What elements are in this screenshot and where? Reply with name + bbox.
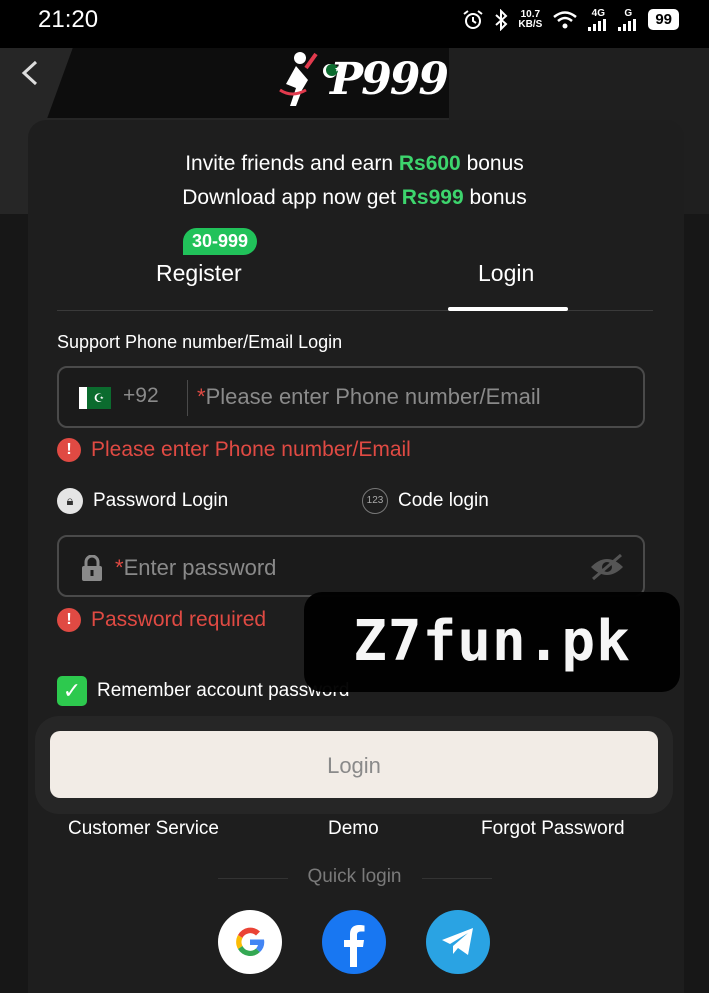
alarm-icon (463, 9, 484, 29)
signal-4g: 4G (588, 8, 608, 31)
invite-amount-2: Rs999 (401, 186, 464, 209)
network-speed: 10.7 KB/S (518, 8, 543, 30)
phone-error-text: Please enter Phone number/Email (91, 438, 411, 461)
tab-active-indicator (448, 307, 568, 311)
back-arrow-icon[interactable] (18, 58, 42, 94)
password-error: ! Password required (57, 608, 266, 632)
facebook-icon (344, 925, 365, 967)
signal-icon (588, 19, 607, 31)
pakistan-flag-icon (323, 64, 341, 78)
logo-text: P999 (330, 53, 449, 105)
register-bonus-badge: 30-999 (183, 228, 258, 255)
tab-register[interactable]: Register (156, 260, 242, 287)
watermark: Z7fun.pk (304, 592, 680, 692)
quick-login-label: Quick login (307, 866, 402, 887)
code-login-option[interactable]: 123 Code login (362, 488, 489, 514)
password-field[interactable]: *Enter password (57, 535, 645, 597)
status-icons: 10.7 KB/S 4G G 99 (462, 8, 679, 31)
checkbox-icon[interactable]: ✓ (57, 676, 87, 706)
field-divider (187, 380, 188, 416)
password-placeholder[interactable]: *Enter password (115, 555, 276, 581)
login-button[interactable]: Login (50, 731, 658, 798)
customer-service-link[interactable]: Customer Service (68, 818, 219, 840)
password-error-text: Password required (91, 608, 267, 631)
invite-line-1: Invite friends and earn Rs600 bonus (185, 152, 524, 175)
phone-placeholder[interactable]: *Please enter Phone number/Email (197, 384, 541, 410)
watermark-text: Z7fun.pk (353, 609, 631, 674)
signal-g: G (618, 8, 638, 31)
bluetooth-icon (495, 8, 508, 31)
code-login-label: Code login (398, 490, 489, 511)
status-time: 21:20 (38, 6, 99, 33)
tab-login[interactable]: Login (478, 260, 534, 287)
google-icon (236, 927, 265, 957)
lock-icon: 🔒︎ (57, 488, 83, 514)
cricket-player-icon (279, 52, 318, 106)
invite-amount-1: Rs600 (398, 152, 461, 175)
status-bar: 21:20 10.7 KB/S 4G G 99 (0, 0, 709, 48)
facebook-login-button[interactable] (322, 910, 386, 974)
brand-logo: P999 (272, 50, 449, 108)
error-icon: ! (57, 608, 81, 632)
eye-off-icon[interactable] (589, 553, 625, 581)
support-label: Support Phone number/Email Login (57, 332, 343, 352)
google-login-button[interactable] (218, 910, 282, 974)
signal-icon-2 (618, 19, 637, 31)
forgot-password-link[interactable]: Forgot Password (481, 818, 625, 840)
wifi-icon (553, 10, 578, 28)
telegram-login-button[interactable] (426, 910, 490, 974)
battery-icon: 99 (648, 9, 679, 30)
demo-link[interactable]: Demo (328, 818, 379, 840)
invite-line-2: Download app now get Rs999 bonus (182, 186, 527, 209)
error-icon: ! (57, 438, 81, 462)
phone-error: ! Please enter Phone number/Email (57, 438, 411, 462)
password-login-option[interactable]: 🔒︎ Password Login (57, 488, 228, 514)
telegram-icon (442, 928, 473, 955)
password-login-label: Password Login (93, 490, 229, 511)
phone-field[interactable]: ☪ +92 *Please enter Phone number/Email (57, 366, 645, 428)
lock-icon (82, 555, 102, 581)
pakistan-flag-icon: ☪ (79, 387, 111, 409)
code-icon: 123 (362, 488, 388, 514)
country-code[interactable]: +92 (123, 384, 159, 408)
